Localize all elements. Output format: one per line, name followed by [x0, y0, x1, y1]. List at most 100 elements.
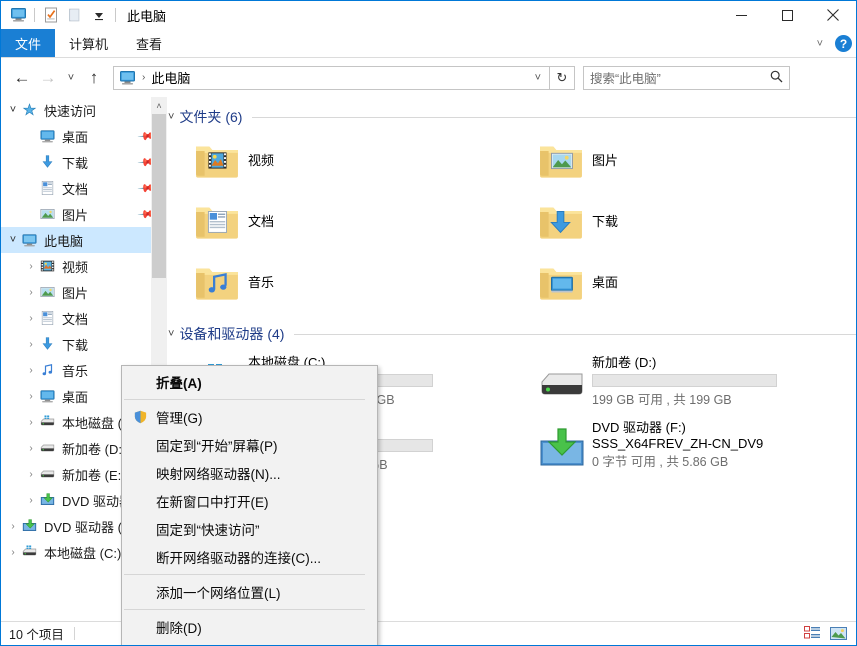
chevron-down-icon[interactable]: ˅ — [813, 38, 827, 50]
pictures-folder-icon — [538, 140, 584, 180]
chevron-right-icon[interactable]: › — [23, 365, 39, 376]
tab-computer[interactable]: 计算机 — [55, 29, 122, 57]
this-pc-icon[interactable] — [7, 4, 29, 26]
tab-file[interactable]: 文件 — [1, 29, 56, 57]
context-menu-item-label: 管理(G) — [156, 411, 203, 426]
search-icon[interactable] — [770, 70, 783, 86]
breadcrumb-current: 此电脑 — [151, 71, 191, 86]
dvd-drive-icon — [21, 518, 38, 534]
refresh-button[interactable]: ↻ — [550, 65, 575, 90]
help-icon[interactable]: ? — [835, 35, 852, 52]
sidebar-item-0[interactable]: ˅ 快速访问 — [1, 97, 157, 123]
tab-view[interactable]: 查看 — [122, 29, 176, 57]
chevron-down-icon[interactable]: ˅ — [529, 72, 547, 84]
context-menu-item-9[interactable]: 重命名(M) — [122, 641, 377, 645]
maximize-button[interactable] — [764, 1, 810, 29]
folder-label: 图片 — [592, 153, 619, 168]
forward-button[interactable]: → — [35, 65, 61, 91]
chevron-right-icon[interactable]: › — [23, 261, 39, 272]
divider — [252, 116, 856, 118]
sidebar-item-6[interactable]: › 视频 — [1, 253, 157, 279]
back-button[interactable]: ← — [9, 65, 35, 91]
up-button[interactable]: ↑ — [81, 65, 107, 91]
sidebar-item-2[interactable]: 下载 📌 — [1, 149, 157, 175]
drive-item[interactable]: DVD 驱动器 (F:) SSS_X64FREV_ZH-CN_DV9 0 字节 可用… — [512, 411, 856, 476]
context-menu-item-8[interactable]: 删除(D) — [122, 613, 377, 641]
details-view-button[interactable] — [802, 625, 822, 643]
sidebar-item-3[interactable]: 文档 📌 — [1, 175, 157, 201]
folder-label: 音乐 — [248, 275, 275, 290]
context-menu-item-5[interactable]: 固定到“快速访问” — [122, 515, 377, 543]
context-menu-separator — [124, 399, 365, 400]
sidebar-item-8[interactable]: › 文档 — [1, 305, 157, 331]
drive-info: 新加卷 (D:) 199 GB 可用 , 共 199 GB — [592, 350, 777, 408]
context-menu-item-1[interactable]: 管理(G) — [122, 403, 377, 431]
context-menu-item-label: 固定到“快速访问” — [156, 523, 260, 538]
documents-icon — [39, 310, 56, 326]
customize-dropdown-icon[interactable] — [88, 4, 110, 26]
title-bar: 此电脑 — [1, 1, 856, 29]
context-menu-item-7[interactable]: 添加一个网络位置(L) — [122, 578, 377, 606]
new-folder-icon[interactable] — [64, 4, 86, 26]
recent-locations-button[interactable]: ˅ — [61, 65, 81, 91]
ribbon-right-controls: ˅ ? — [813, 29, 852, 58]
sidebar-item-7[interactable]: › 图片 — [1, 279, 157, 305]
context-menu-item-2[interactable]: 固定到“开始”屏幕(P) — [122, 431, 377, 459]
sidebar-item-5[interactable]: ˅ 此电脑 — [1, 227, 157, 253]
window-title: 此电脑 — [127, 8, 167, 24]
scroll-up-icon[interactable]: ˄ — [151, 97, 167, 114]
pictures-icon — [39, 284, 56, 300]
chevron-right-icon[interactable]: › — [23, 417, 39, 428]
folders-group-title: 文件夹 (6) — [179, 109, 243, 125]
drive-free-space-label: 0 字节 可用 , 共 5.86 GB — [592, 455, 729, 469]
desktop-icon — [39, 128, 56, 144]
chevron-right-icon[interactable]: › — [5, 521, 21, 532]
chevron-right-icon[interactable]: › — [5, 547, 21, 558]
minimize-button[interactable] — [718, 1, 764, 29]
chevron-right-icon[interactable]: › — [23, 391, 39, 402]
chevron-down-icon[interactable]: ˅ — [5, 234, 21, 246]
folder-item[interactable]: 文档 — [168, 190, 512, 251]
address-bar: ← → ˅ ↑ › 此电脑 ˅ ↻ 搜索“此电脑” — [1, 58, 856, 97]
sidebar-item-label: 下载 — [62, 155, 89, 171]
large-icons-view-button[interactable] — [828, 625, 848, 643]
chevron-right-icon[interactable]: › — [23, 443, 39, 454]
drive-icon — [39, 466, 56, 482]
sidebar-item-label: 图片 — [62, 207, 89, 223]
scrollbar-thumb[interactable] — [152, 114, 166, 278]
context-menu-item-0[interactable]: 折叠(A) — [122, 368, 377, 396]
chevron-down-icon[interactable]: ˅ — [168, 111, 174, 123]
folder-item[interactable]: 桌面 — [512, 251, 856, 312]
sidebar-item-1[interactable]: 桌面 📌 — [1, 123, 157, 149]
devices-group-header[interactable]: ˅ 设备和驱动器 (4) — [168, 322, 856, 346]
context-menu-item-6[interactable]: 断开网络驱动器的连接(C)... — [122, 543, 377, 571]
properties-icon[interactable] — [40, 4, 62, 26]
context-menu-item-4[interactable]: 在新窗口中打开(E) — [122, 487, 377, 515]
context-menu-item-3[interactable]: 映射网络驱动器(N)... — [122, 459, 377, 487]
chevron-right-icon[interactable]: › — [23, 469, 39, 480]
chevron-right-icon[interactable]: › — [23, 287, 39, 298]
item-count-label: 10 个项目 — [9, 628, 64, 642]
folder-item[interactable]: 视频 — [168, 129, 512, 190]
context-menu-item-label: 固定到“开始”屏幕(P) — [156, 439, 278, 454]
chevron-down-icon[interactable]: ˅ — [168, 328, 174, 340]
folders-group-header[interactable]: ˅ 文件夹 (6) — [168, 105, 856, 129]
folder-label: 视频 — [248, 153, 275, 168]
this-pc-icon — [119, 70, 136, 86]
folder-item[interactable]: 图片 — [512, 129, 856, 190]
dvd-drive-icon — [39, 492, 56, 508]
search-input[interactable]: 搜索“此电脑” — [583, 65, 790, 90]
sidebar-item-9[interactable]: › 下载 — [1, 331, 157, 357]
folder-label: 桌面 — [592, 275, 619, 290]
close-button[interactable] — [810, 1, 856, 29]
chevron-right-icon[interactable]: › — [23, 495, 39, 506]
sidebar-item-4[interactable]: 图片 📌 — [1, 201, 157, 227]
chevron-right-icon[interactable]: › — [23, 313, 39, 324]
chevron-right-icon[interactable]: › — [23, 339, 39, 350]
folder-item[interactable]: 下载 — [512, 190, 856, 251]
drive-item[interactable]: 新加卷 (D:) 199 GB 可用 , 共 199 GB — [512, 346, 856, 411]
sidebar-item-label: 文档 — [62, 181, 89, 197]
folder-item[interactable]: 音乐 — [168, 251, 512, 312]
chevron-down-icon[interactable]: ˅ — [5, 104, 21, 116]
breadcrumb[interactable]: › 此电脑 ˅ — [113, 65, 550, 90]
